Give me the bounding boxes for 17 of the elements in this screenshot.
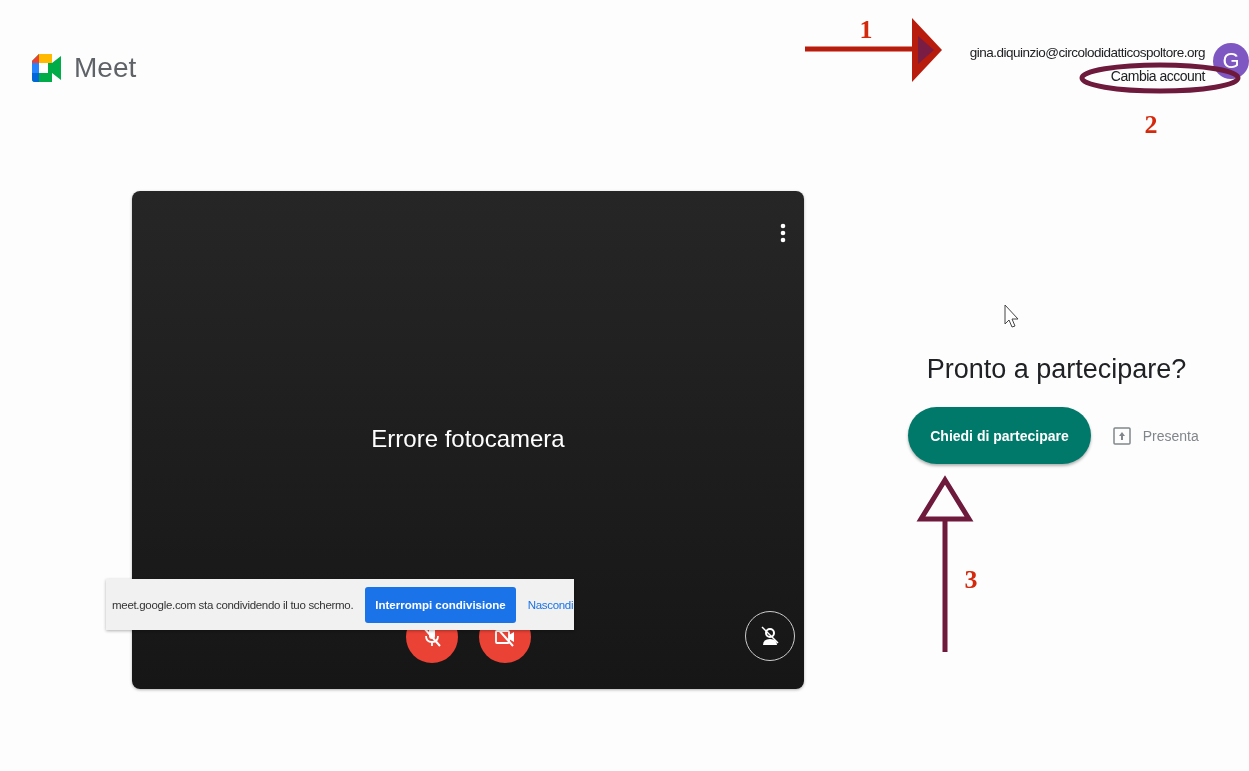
annotation-number: 1	[859, 15, 873, 44]
hide-link[interactable]: Nascondi	[527, 598, 574, 611]
visual-effects-button[interactable]	[745, 611, 795, 661]
ready-heading: Pronto a partecipare?	[926, 354, 1187, 385]
camera-error-message: Errore fotocamera	[371, 425, 565, 453]
stop-sharing-button[interactable]: Interrompi condivisione	[365, 586, 516, 623]
upload-icon	[1112, 426, 1131, 445]
present-button[interactable]: Presenta	[1112, 426, 1199, 445]
person-effects-icon	[759, 625, 781, 647]
more-options-icon[interactable]	[780, 223, 786, 243]
product-name: Meet	[74, 52, 137, 84]
annotation-number: 2	[1144, 110, 1158, 139]
ask-to-join-button[interactable]: Chiedi di partecipare	[908, 407, 1091, 464]
annotation-number: 3	[964, 565, 978, 594]
account-email: gina.diquinzio@circolodidatticospoltore.org	[969, 45, 1205, 60]
sharing-message: meet.google.com sta condividendo il tuo schermo.	[112, 598, 354, 611]
cursor-icon	[1004, 304, 1019, 328]
